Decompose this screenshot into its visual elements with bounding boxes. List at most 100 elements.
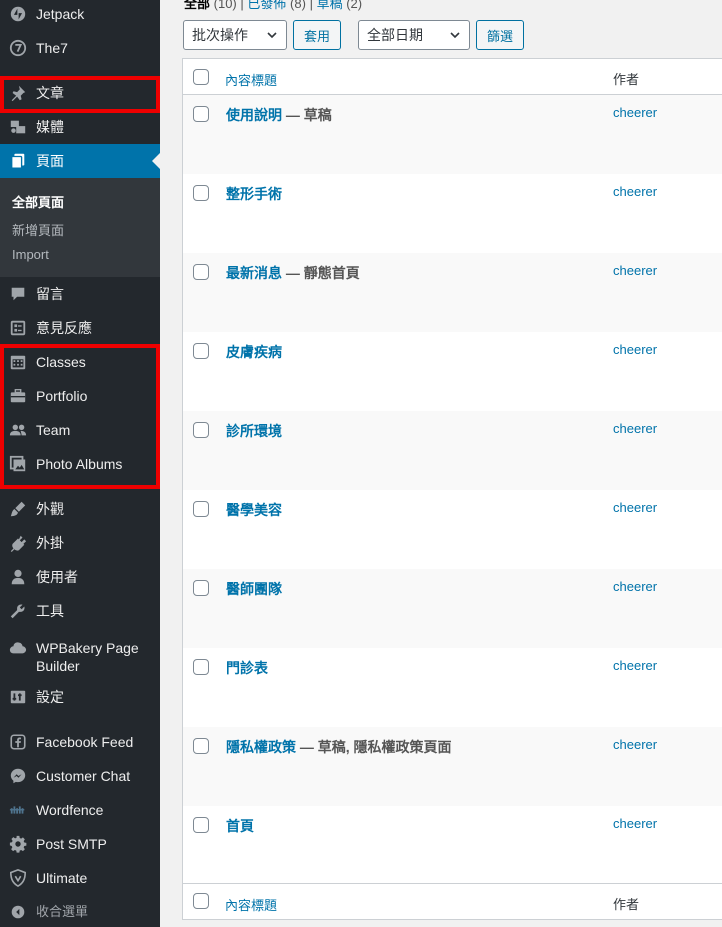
feedback-icon bbox=[0, 311, 36, 345]
table-row: 門診表 cheerer bbox=[183, 648, 722, 727]
admin-sidebar: Jetpack The7 文章 媒體 頁面 全部頁面 新增頁面 Import 留… bbox=[0, 0, 160, 927]
sidebar-item-label: Jetpack bbox=[36, 6, 85, 22]
bulk-action-select[interactable]: 批次操作 bbox=[183, 20, 287, 50]
comment-icon bbox=[0, 277, 36, 311]
author-link[interactable]: cheerer bbox=[613, 105, 657, 120]
collapse-icon bbox=[0, 895, 36, 927]
author-link[interactable]: cheerer bbox=[613, 658, 657, 673]
view-published-count: (8) bbox=[290, 0, 306, 11]
author-link[interactable]: cheerer bbox=[613, 579, 657, 594]
sidebar-item-label: The7 bbox=[36, 40, 68, 56]
row-checkbox[interactable] bbox=[193, 106, 209, 122]
page-state: — 草稿, 隱私權政策頁面 bbox=[296, 739, 452, 755]
view-all-count: (10) bbox=[213, 0, 237, 11]
select-all-checkbox-footer[interactable] bbox=[193, 893, 209, 909]
page-title-cell: 最新消息 — 靜態首頁 bbox=[226, 263, 360, 283]
row-checkbox[interactable] bbox=[193, 185, 209, 201]
page-title-link[interactable]: 整形手術 bbox=[226, 186, 282, 202]
sidebar-item-ultimate[interactable]: Ultimate bbox=[0, 861, 160, 895]
view-published-link[interactable]: 已發佈 bbox=[247, 0, 286, 11]
column-header-title[interactable]: 內容標題 bbox=[225, 70, 277, 89]
author-link[interactable]: cheerer bbox=[613, 737, 657, 752]
page-state: — 靜態首頁 bbox=[282, 265, 360, 281]
page-title-cell: 使用說明 — 草稿 bbox=[226, 105, 332, 125]
sidebar-item-label: 收合選單 bbox=[36, 904, 89, 919]
sidebar-item-label: Facebook Feed bbox=[36, 734, 134, 750]
row-checkbox[interactable] bbox=[193, 501, 209, 517]
view-drafts-link[interactable]: 草稿 bbox=[317, 0, 343, 11]
settings-icon bbox=[0, 680, 36, 714]
page-title-cell: 醫學美容 bbox=[226, 500, 282, 520]
sidebar-item-wordfence[interactable]: Wordfence bbox=[0, 793, 160, 827]
user-icon bbox=[0, 560, 36, 594]
table-row: 醫學美容 cheerer bbox=[183, 490, 722, 569]
sidebar-item-feedback[interactable]: 意見反應 bbox=[0, 311, 160, 345]
sidebar-item-comments[interactable]: 留言 bbox=[0, 277, 160, 311]
view-all-link[interactable]: 全部 bbox=[184, 0, 210, 11]
page-title-link[interactable]: 首頁 bbox=[226, 818, 254, 834]
sidebar-item-post-smtp[interactable]: Post SMTP bbox=[0, 827, 160, 861]
table-footer: 內容標題 作者 bbox=[183, 883, 722, 919]
sidebar-item-label: 留言 bbox=[36, 286, 64, 302]
column-footer-author: 作者 bbox=[613, 897, 640, 912]
author-link[interactable]: cheerer bbox=[613, 342, 657, 357]
sidebar-item-pages[interactable]: 頁面 bbox=[0, 144, 160, 178]
facebook-icon bbox=[0, 725, 36, 759]
row-checkbox[interactable] bbox=[193, 343, 209, 359]
page-title-link[interactable]: 使用說明 bbox=[226, 107, 282, 123]
sidebar-collapse-menu[interactable]: 收合選單 bbox=[0, 895, 160, 927]
table-row: 首頁 cheerer bbox=[183, 806, 722, 885]
sidebar-item-facebook-feed[interactable]: Facebook Feed bbox=[0, 725, 160, 759]
page-title-cell: 門診表 bbox=[226, 658, 268, 678]
page-title-link[interactable]: 皮膚疾病 bbox=[226, 344, 282, 360]
table-row: 最新消息 — 靜態首頁 cheerer bbox=[183, 253, 722, 332]
sidebar-item-settings[interactable]: 設定 bbox=[0, 680, 160, 714]
sidebar-item-users[interactable]: 使用者 bbox=[0, 560, 160, 594]
author-link[interactable]: cheerer bbox=[613, 816, 657, 831]
page-title-link[interactable]: 醫師團隊 bbox=[226, 581, 282, 597]
page-title-link[interactable]: 醫學美容 bbox=[226, 502, 282, 518]
sidebar-item-appearance[interactable]: 外觀 bbox=[0, 492, 160, 526]
row-checkbox[interactable] bbox=[193, 422, 209, 438]
date-filter-select[interactable]: 全部日期 bbox=[358, 20, 470, 50]
main-content: 全部 (10) | 已發佈 (8) | 草稿 (2) 批次操作 套用 全部日期 … bbox=[160, 0, 722, 927]
submenu-import[interactable]: Import bbox=[12, 247, 49, 262]
table-row: 隱私權政策 — 草稿, 隱私權政策頁面 cheerer bbox=[183, 727, 722, 806]
row-checkbox[interactable] bbox=[193, 738, 209, 754]
page-title-link[interactable]: 門診表 bbox=[226, 660, 268, 676]
column-footer-title[interactable]: 內容標題 bbox=[225, 895, 277, 914]
the7-icon bbox=[0, 31, 36, 65]
author-link[interactable]: cheerer bbox=[613, 263, 657, 278]
apply-button[interactable]: 套用 bbox=[293, 20, 341, 50]
sidebar-item-wpbakery[interactable]: WPBakery Page Builder bbox=[0, 634, 160, 680]
sidebar-item-jetpack[interactable]: Jetpack bbox=[0, 0, 160, 31]
row-checkbox[interactable] bbox=[193, 817, 209, 833]
plugin-icon bbox=[0, 526, 36, 560]
filter-button[interactable]: 篩選 bbox=[476, 20, 524, 50]
submenu-all-pages[interactable]: 全部頁面 bbox=[12, 192, 64, 211]
sidebar-item-media[interactable]: 媒體 bbox=[0, 110, 160, 144]
sidebar-item-plugins[interactable]: 外掛 bbox=[0, 526, 160, 560]
shield-icon bbox=[0, 861, 36, 895]
bulk-action-value: 批次操作 bbox=[192, 27, 248, 43]
submenu-add-page[interactable]: 新增頁面 bbox=[12, 220, 64, 239]
sidebar-item-tools[interactable]: 工具 bbox=[0, 594, 160, 628]
author-link[interactable]: cheerer bbox=[613, 184, 657, 199]
media-icon bbox=[0, 110, 36, 144]
author-link[interactable]: cheerer bbox=[613, 421, 657, 436]
row-checkbox[interactable] bbox=[193, 264, 209, 280]
highlight-box-custom-types bbox=[0, 344, 160, 489]
sidebar-item-the7[interactable]: The7 bbox=[0, 31, 160, 65]
sidebar-item-label: WPBakery Page Builder bbox=[36, 640, 139, 674]
select-all-checkbox[interactable] bbox=[193, 69, 209, 85]
sidebar-item-label: 外觀 bbox=[36, 501, 64, 517]
page-title-link[interactable]: 最新消息 bbox=[226, 265, 282, 281]
row-checkbox[interactable] bbox=[193, 580, 209, 596]
author-link[interactable]: cheerer bbox=[613, 500, 657, 515]
table-row: 診所環境 cheerer bbox=[183, 411, 722, 490]
page-title-link[interactable]: 隱私權政策 bbox=[226, 739, 296, 755]
row-checkbox[interactable] bbox=[193, 659, 209, 675]
sidebar-item-customer-chat[interactable]: Customer Chat bbox=[0, 759, 160, 793]
page-title-link[interactable]: 診所環境 bbox=[226, 423, 282, 439]
sidebar-item-label: 意見反應 bbox=[36, 320, 92, 336]
